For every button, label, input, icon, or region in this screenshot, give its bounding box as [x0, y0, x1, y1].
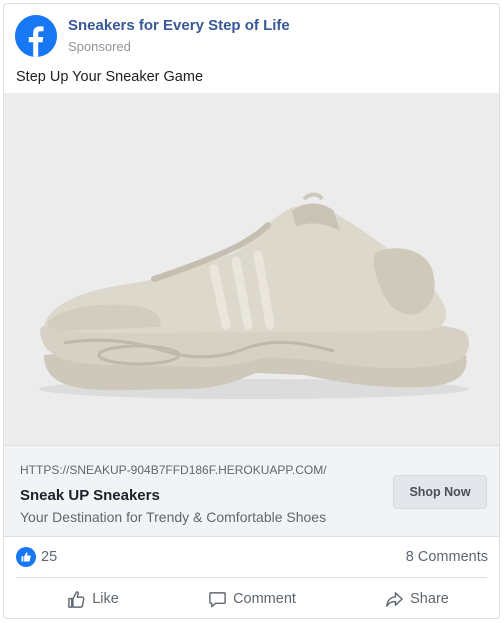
share-label: Share [410, 591, 449, 607]
link-description: Your Destination for Trendy & Comfortabl… [20, 509, 327, 525]
like-label: Like [92, 591, 119, 607]
speech-bubble-icon [209, 591, 226, 607]
sneaker-illustration [4, 93, 499, 445]
post-header: Sneakers for Every Step of Life Sponsore… [4, 4, 499, 68]
post-caption: Step Up Your Sneaker Game [16, 69, 204, 85]
comment-button[interactable]: Comment [167, 578, 337, 618]
like-button[interactable]: Like [4, 578, 182, 618]
page-name[interactable]: Sneakers for Every Step of Life [68, 17, 290, 34]
link-preview[interactable]: HTTPS://SNEAKUP-904B7FFD186F.HEROKUAPP.C… [4, 445, 499, 537]
like-count[interactable]: 25 [41, 549, 57, 565]
share-arrow-icon [386, 591, 403, 607]
comment-label: Comment [233, 591, 296, 607]
product-image[interactable] [4, 93, 499, 445]
shop-now-button[interactable]: Shop Now [393, 475, 487, 509]
thumbs-up-outline-icon [68, 590, 85, 608]
facebook-ad-post: Sneakers for Every Step of Life Sponsore… [3, 3, 500, 619]
facebook-logo-icon [15, 15, 57, 57]
link-title[interactable]: Sneak UP Sneakers [20, 487, 160, 504]
link-url[interactable]: HTTPS://SNEAKUP-904B7FFD186F.HEROKUAPP.C… [20, 463, 327, 477]
thumbs-up-icon[interactable] [16, 547, 36, 567]
share-button[interactable]: Share [337, 578, 497, 618]
action-bar: Like Comment Share [4, 578, 499, 618]
sponsored-label: Sponsored [68, 39, 131, 54]
engagement-stats: 25 8 Comments [4, 537, 499, 577]
comments-count[interactable]: 8 Comments [406, 549, 488, 565]
page-avatar[interactable] [15, 15, 57, 57]
